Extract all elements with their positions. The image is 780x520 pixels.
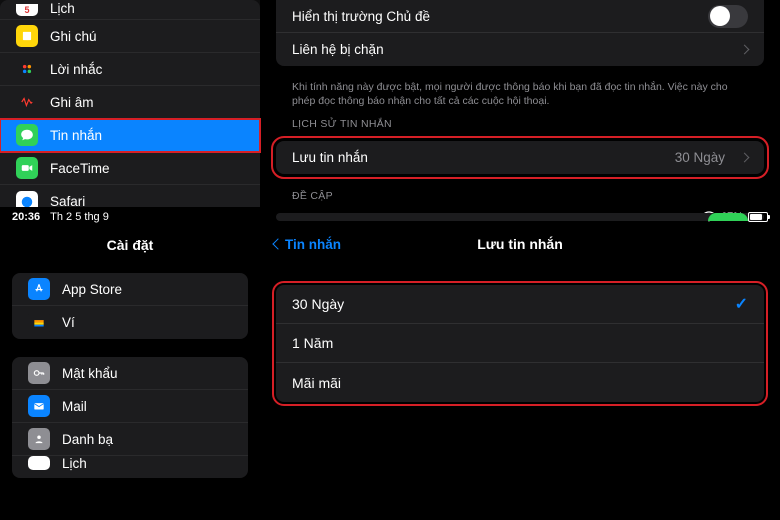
settings-sidebar: 20:36 Th 2 5 thg 9 Cài đặt App Store Ví …	[0, 207, 260, 520]
page-title: Lưu tin nhắn	[477, 236, 563, 252]
sidebar-item-label: Ví	[62, 315, 75, 330]
calendar-icon	[28, 456, 50, 470]
sidebar-item-passwords[interactable]: Mật khẩu	[12, 357, 248, 390]
sidebar-item-label: Lời nhắc	[50, 62, 102, 77]
messages-settings-panel: Hiển thị trường Chủ đề Liên hệ bị chặn K…	[260, 0, 780, 207]
sidebar-item-label: Ghi âm	[50, 95, 94, 110]
sidebar-item-voicememo[interactable]: Ghi âm	[0, 86, 260, 119]
keep-messages-panel: 67% Tin nhắn Lưu tin nhắn 30 Ngày ✓ 1 Nă…	[260, 207, 780, 520]
nav-bar: Tin nhắn Lưu tin nhắn	[260, 227, 780, 261]
notes-icon	[16, 25, 38, 47]
sidebar-item-contacts[interactable]: Danh bạ	[12, 423, 248, 456]
toggle-partial	[708, 213, 748, 221]
sidebar-item-label: FaceTime	[50, 161, 110, 176]
row-label: Lưu tin nhắn	[292, 150, 368, 165]
battery-icon	[748, 212, 768, 222]
sidebar-item-mail[interactable]: Mail	[12, 390, 248, 423]
sidebar-item-facetime[interactable]: FaceTime	[0, 152, 260, 185]
section-header-history: LỊCH SỬ TIN NHẮN	[260, 110, 780, 133]
back-label: Tin nhắn	[285, 237, 341, 252]
toggle-show-subject[interactable]	[708, 5, 748, 28]
chevron-right-icon	[740, 153, 750, 163]
reminders-icon	[16, 58, 38, 80]
row-label: Liên hệ bị chặn	[292, 42, 384, 57]
sidebar-item-label: Mail	[62, 399, 87, 414]
sidebar-item-label: Mật khẩu	[62, 366, 118, 381]
option-label: 1 Năm	[292, 335, 333, 351]
status-time: 20:36	[12, 211, 40, 223]
sidebar-item-appstore[interactable]: App Store	[12, 273, 248, 306]
sidebar-item-label: App Store	[62, 282, 122, 297]
appstore-icon	[28, 278, 50, 300]
contacts-icon	[28, 428, 50, 450]
chevron-right-icon	[740, 45, 750, 55]
sidebar-item-messages[interactable]: Tin nhắn	[0, 119, 260, 152]
keep-options-group: 30 Ngày ✓ 1 Năm Mãi mãi	[276, 285, 764, 402]
setting-description: Khi tính năng này được bật, mọi người đư…	[260, 74, 780, 110]
messages-icon	[16, 124, 38, 146]
back-button[interactable]: Tin nhắn	[274, 237, 341, 252]
settings-title: Cài đặt	[0, 227, 260, 263]
sidebar-item-label: Tin nhắn	[50, 128, 102, 143]
sidebar-item-notes[interactable]: Ghi chú	[0, 20, 260, 53]
checkmark-icon: ✓	[735, 294, 748, 314]
option-1-year[interactable]: 1 Năm	[276, 324, 764, 363]
mail-icon	[28, 395, 50, 417]
passwords-icon	[28, 362, 50, 384]
row-keep-messages[interactable]: Lưu tin nhắn 30 Ngày	[276, 141, 764, 174]
status-bar: 20:36 Th 2 5 thg 9	[0, 207, 260, 227]
settings-sidebar: 5 Lịch Ghi chú Lời nhắc Ghi âm Tin nhắn …	[0, 0, 260, 207]
sidebar-item-calendar[interactable]: 5 Lịch	[0, 0, 260, 20]
status-date: Th 2 5 thg 9	[50, 211, 109, 223]
sidebar-item-label: Lịch	[50, 1, 75, 16]
wallet-icon	[28, 312, 50, 334]
option-label: Mãi mãi	[292, 375, 341, 391]
facetime-icon	[16, 157, 38, 179]
row-show-subject[interactable]: Hiển thị trường Chủ đề	[276, 0, 764, 33]
row-blocked-contacts[interactable]: Liên hệ bị chặn	[276, 33, 764, 66]
row-value: 30 Ngày	[675, 150, 725, 165]
voicememo-icon	[16, 91, 38, 113]
sidebar-item-label: Ghi chú	[50, 29, 97, 44]
calendar-icon: 5	[16, 4, 38, 16]
row-label: Hiển thị trường Chủ đề	[292, 9, 430, 24]
option-label: 30 Ngày	[292, 296, 344, 312]
sidebar-item-label: Danh bạ	[62, 432, 113, 447]
sidebar-item-calendar[interactable]: Lịch	[12, 456, 248, 478]
chevron-left-icon	[272, 238, 283, 249]
section-header-mention: ĐỀ CẬP	[260, 182, 780, 205]
option-30-days[interactable]: 30 Ngày ✓	[276, 285, 764, 324]
sidebar-item-label: Lịch	[62, 456, 87, 471]
sidebar-item-wallet[interactable]: Ví	[12, 306, 248, 339]
sidebar-item-reminders[interactable]: Lời nhắc	[0, 53, 260, 86]
option-forever[interactable]: Mãi mãi	[276, 363, 764, 402]
